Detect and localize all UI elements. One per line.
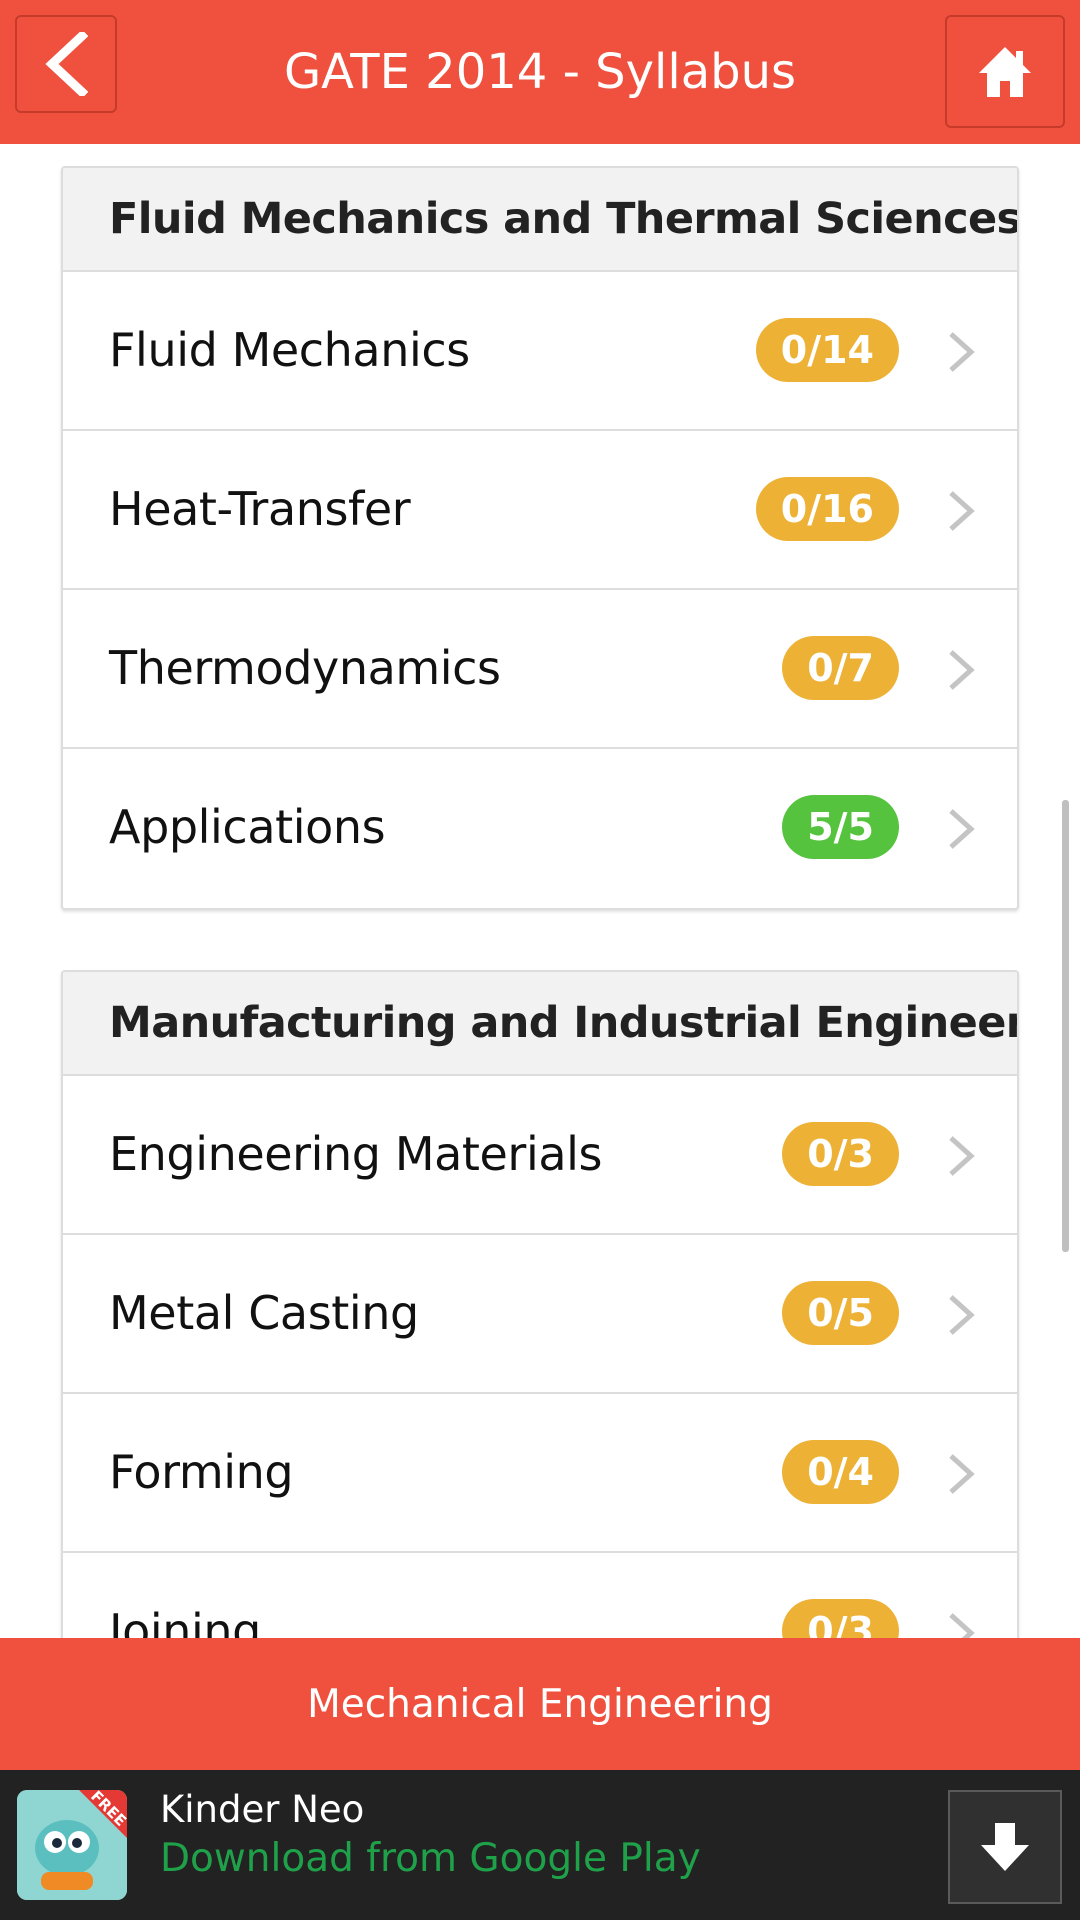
- progress-badge: 5/5: [782, 795, 899, 859]
- progress-badge: 0/7: [782, 636, 899, 700]
- chevron-right-icon: [949, 650, 975, 690]
- topic-label: Thermodynamics: [109, 641, 501, 695]
- chevron-right-icon: [949, 1454, 975, 1494]
- section-card: Fluid Mechanics and Thermal Sciences Flu…: [61, 166, 1019, 910]
- progress-badge: 0/3: [782, 1122, 899, 1186]
- chevron-right-icon: [949, 1136, 975, 1176]
- topic-row-thermodynamics[interactable]: Thermodynamics 0/7: [63, 590, 1017, 749]
- ad-title: Kinder Neo: [160, 1788, 365, 1831]
- topic-row-forming[interactable]: Forming 0/4: [63, 1394, 1017, 1553]
- topic-row-heat-transfer[interactable]: Heat-Transfer 0/16: [63, 431, 1017, 590]
- topic-label: Metal Casting: [109, 1286, 419, 1340]
- section-header: Manufacturing and Industrial Engineering: [63, 972, 1017, 1076]
- home-button[interactable]: [945, 15, 1065, 128]
- progress-badge: 0/5: [782, 1281, 899, 1345]
- topic-row-engineering-materials[interactable]: Engineering Materials 0/3: [63, 1076, 1017, 1235]
- section-card: Manufacturing and Industrial Engineering…: [61, 970, 1019, 1638]
- chevron-right-icon: [949, 491, 975, 531]
- subject-bar[interactable]: Mechanical Engineering: [0, 1638, 1080, 1770]
- chevron-left-icon: [45, 32, 88, 96]
- chevron-right-icon: [949, 809, 975, 849]
- topic-label: Forming: [109, 1445, 294, 1499]
- download-button[interactable]: [948, 1790, 1062, 1904]
- scrollbar[interactable]: [1062, 800, 1069, 1252]
- chevron-right-icon: [949, 1613, 975, 1638]
- progress-badge: 0/16: [755, 477, 899, 541]
- chevron-right-icon: [949, 1295, 975, 1335]
- topic-row-joining[interactable]: Joining 0/3: [63, 1553, 1017, 1638]
- back-button[interactable]: [15, 15, 117, 113]
- syllabus-list[interactable]: Fluid Mechanics and Thermal Sciences Flu…: [0, 144, 1080, 1638]
- section-header: Fluid Mechanics and Thermal Sciences: [63, 168, 1017, 272]
- subject-label: Mechanical Engineering: [307, 1681, 773, 1727]
- app-header: GATE 2014 - Syllabus: [0, 0, 1080, 144]
- progress-badge: 0/3: [782, 1599, 899, 1638]
- topic-label: Heat-Transfer: [109, 482, 411, 536]
- topic-label: Joining: [109, 1604, 261, 1638]
- topic-row-fluid-mechanics[interactable]: Fluid Mechanics 0/14: [63, 272, 1017, 431]
- progress-badge: 0/14: [755, 318, 899, 382]
- page-title: GATE 2014 - Syllabus: [283, 44, 797, 100]
- topic-label: Fluid Mechanics: [109, 323, 470, 377]
- topic-row-metal-casting[interactable]: Metal Casting 0/5: [63, 1235, 1017, 1394]
- app-icon: FREE: [17, 1790, 127, 1900]
- chevron-right-icon: [949, 332, 975, 372]
- home-icon: [979, 46, 1031, 97]
- ad-subtitle[interactable]: Download from Google Play: [160, 1836, 701, 1881]
- download-arrow-icon: [981, 1823, 1029, 1871]
- topic-row-applications[interactable]: Applications 5/5: [63, 749, 1017, 908]
- progress-badge: 0/4: [782, 1440, 899, 1504]
- ad-banner[interactable]: FREE Kinder Neo Download from Google Pla…: [0, 1770, 1080, 1920]
- topic-label: Applications: [109, 800, 386, 854]
- topic-label: Engineering Materials: [109, 1127, 603, 1181]
